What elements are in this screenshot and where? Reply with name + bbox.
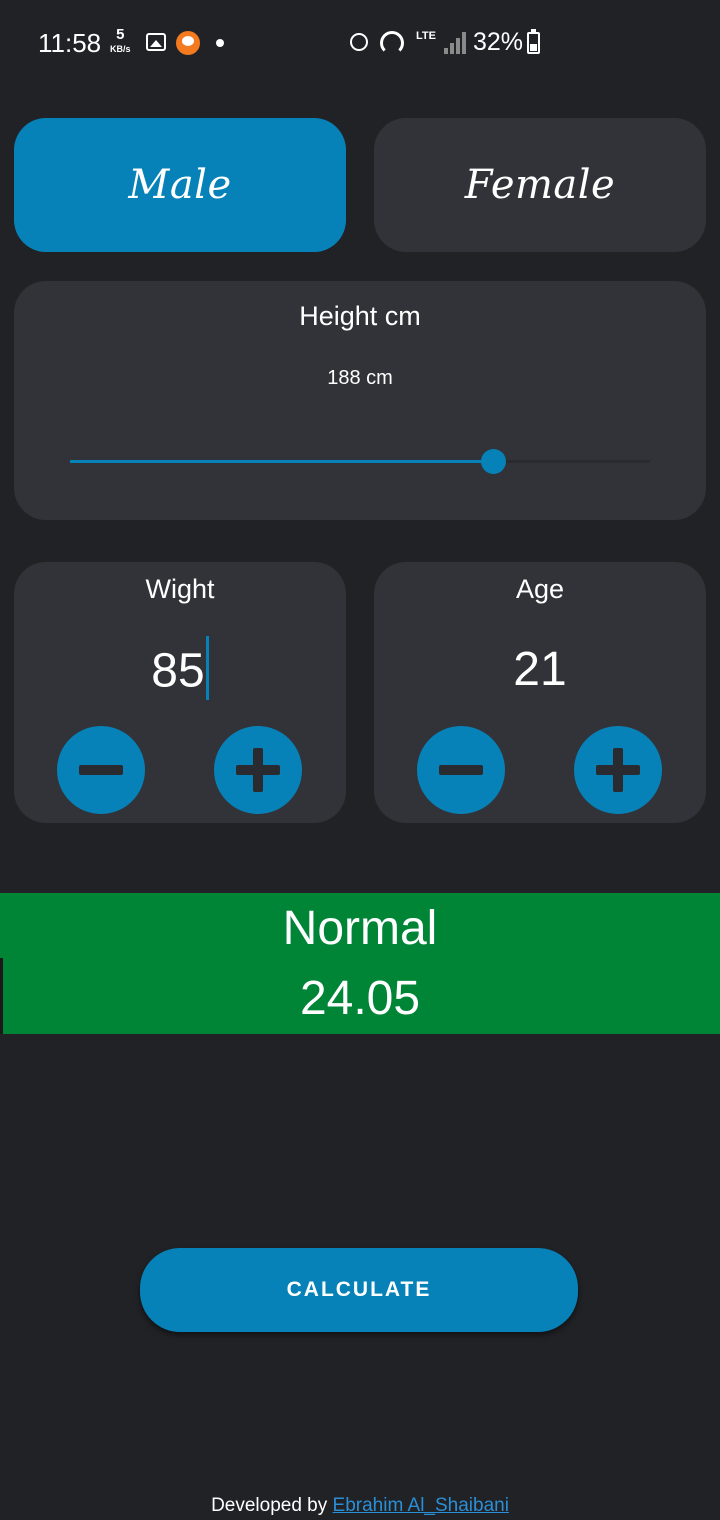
bmi-value: 24.05 xyxy=(299,972,421,1025)
age-value[interactable]: 21 xyxy=(374,642,706,697)
network-speed-value: 5 xyxy=(116,26,125,43)
battery-icon xyxy=(527,29,540,54)
calculate-button[interactable]: CALCULATE xyxy=(140,1248,578,1332)
age-card: Age 21 xyxy=(374,562,706,823)
height-slider[interactable] xyxy=(70,447,650,477)
alarm-icon xyxy=(350,33,368,51)
signal-icon xyxy=(444,32,466,54)
female-card[interactable]: Female xyxy=(374,118,706,252)
height-card: Height cm 188 cm xyxy=(14,281,706,520)
gallery-icon xyxy=(146,33,166,51)
weight-value[interactable]: 85 xyxy=(14,636,346,706)
status-bar: 11:58 5 KB/s LTE 32% xyxy=(0,0,720,86)
result-edge xyxy=(0,958,3,1034)
result-status: Normal xyxy=(282,902,438,955)
weight-title: Wight xyxy=(145,574,215,604)
lte-icon: LTE xyxy=(416,30,436,42)
weight-value-text: 85 xyxy=(151,644,205,698)
weight-card: Wight 85 xyxy=(14,562,346,823)
more-notifications-icon xyxy=(216,39,224,47)
age-title: Age xyxy=(515,574,565,604)
male-card[interactable]: Male xyxy=(14,118,346,252)
age-increment-button[interactable] xyxy=(574,726,662,814)
minus-icon xyxy=(439,765,483,775)
slider-thumb[interactable] xyxy=(481,449,507,474)
weight-decrement-button[interactable] xyxy=(57,726,145,814)
female-label: Female xyxy=(464,162,616,208)
footer-prefix: Developed by xyxy=(211,1495,328,1516)
height-title: Height cm xyxy=(299,301,421,331)
weight-increment-button[interactable] xyxy=(214,726,302,814)
battery-percentage: 32% xyxy=(473,28,524,56)
network-speed-unit: KB/s xyxy=(110,44,131,54)
male-label: Male xyxy=(128,162,232,208)
footer: Developed by Ebrahim Al_Shaibani xyxy=(0,1495,720,1517)
text-cursor xyxy=(205,636,209,700)
hotspot-icon xyxy=(380,31,404,55)
author-link[interactable]: Ebrahim Al_Shaibani xyxy=(333,1495,509,1516)
slider-fill xyxy=(70,460,494,463)
height-value: 188 cm xyxy=(327,367,393,389)
result-banner: Normal 24.05 xyxy=(0,893,720,1034)
age-decrement-button[interactable] xyxy=(417,726,505,814)
app-notification-icon xyxy=(176,31,200,55)
network-speed: 5 KB/s xyxy=(110,26,131,56)
status-time: 11:58 xyxy=(38,28,102,58)
minus-icon xyxy=(79,765,123,775)
